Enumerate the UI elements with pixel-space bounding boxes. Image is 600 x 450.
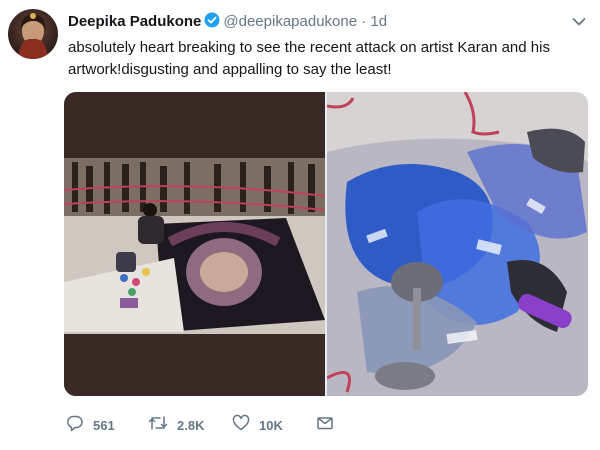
display-name[interactable]: Deepika Padukone xyxy=(68,13,201,30)
avatar[interactable] xyxy=(8,9,58,59)
retweet-button[interactable]: 2.8K xyxy=(148,414,204,436)
direct-message-button[interactable] xyxy=(316,414,334,436)
like-button[interactable]: 10K xyxy=(232,414,283,436)
media-grid xyxy=(64,92,588,396)
handle[interactable]: @deepikapadukone xyxy=(223,13,357,30)
verified-badge-icon xyxy=(204,12,220,32)
retweet-count: 2.8K xyxy=(177,417,205,433)
tweet-header: Deepika Padukone @deepikapadukone · 1d xyxy=(68,12,387,32)
reply-count: 561 xyxy=(93,417,115,433)
reply-icon xyxy=(66,414,84,437)
reply-button[interactable]: 561 xyxy=(66,414,115,436)
direct-message-icon xyxy=(316,414,334,437)
like-icon xyxy=(232,414,250,437)
retweet-icon xyxy=(148,414,168,437)
like-count: 10K xyxy=(259,417,283,433)
tweet-actions: 561 2.8K 10K xyxy=(66,414,406,436)
media-photo-artist-painting[interactable] xyxy=(64,92,326,396)
chevron-down-icon[interactable] xyxy=(572,14,586,26)
tweet: Deepika Padukone @deepikapadukone · 1d ab… xyxy=(0,0,600,450)
media-photo-vandalized-artwork[interactable] xyxy=(326,92,588,396)
timestamp[interactable]: 1d xyxy=(370,13,387,30)
tweet-text: absolutely heart breaking to see the rec… xyxy=(68,39,550,78)
separator: · xyxy=(361,13,367,30)
